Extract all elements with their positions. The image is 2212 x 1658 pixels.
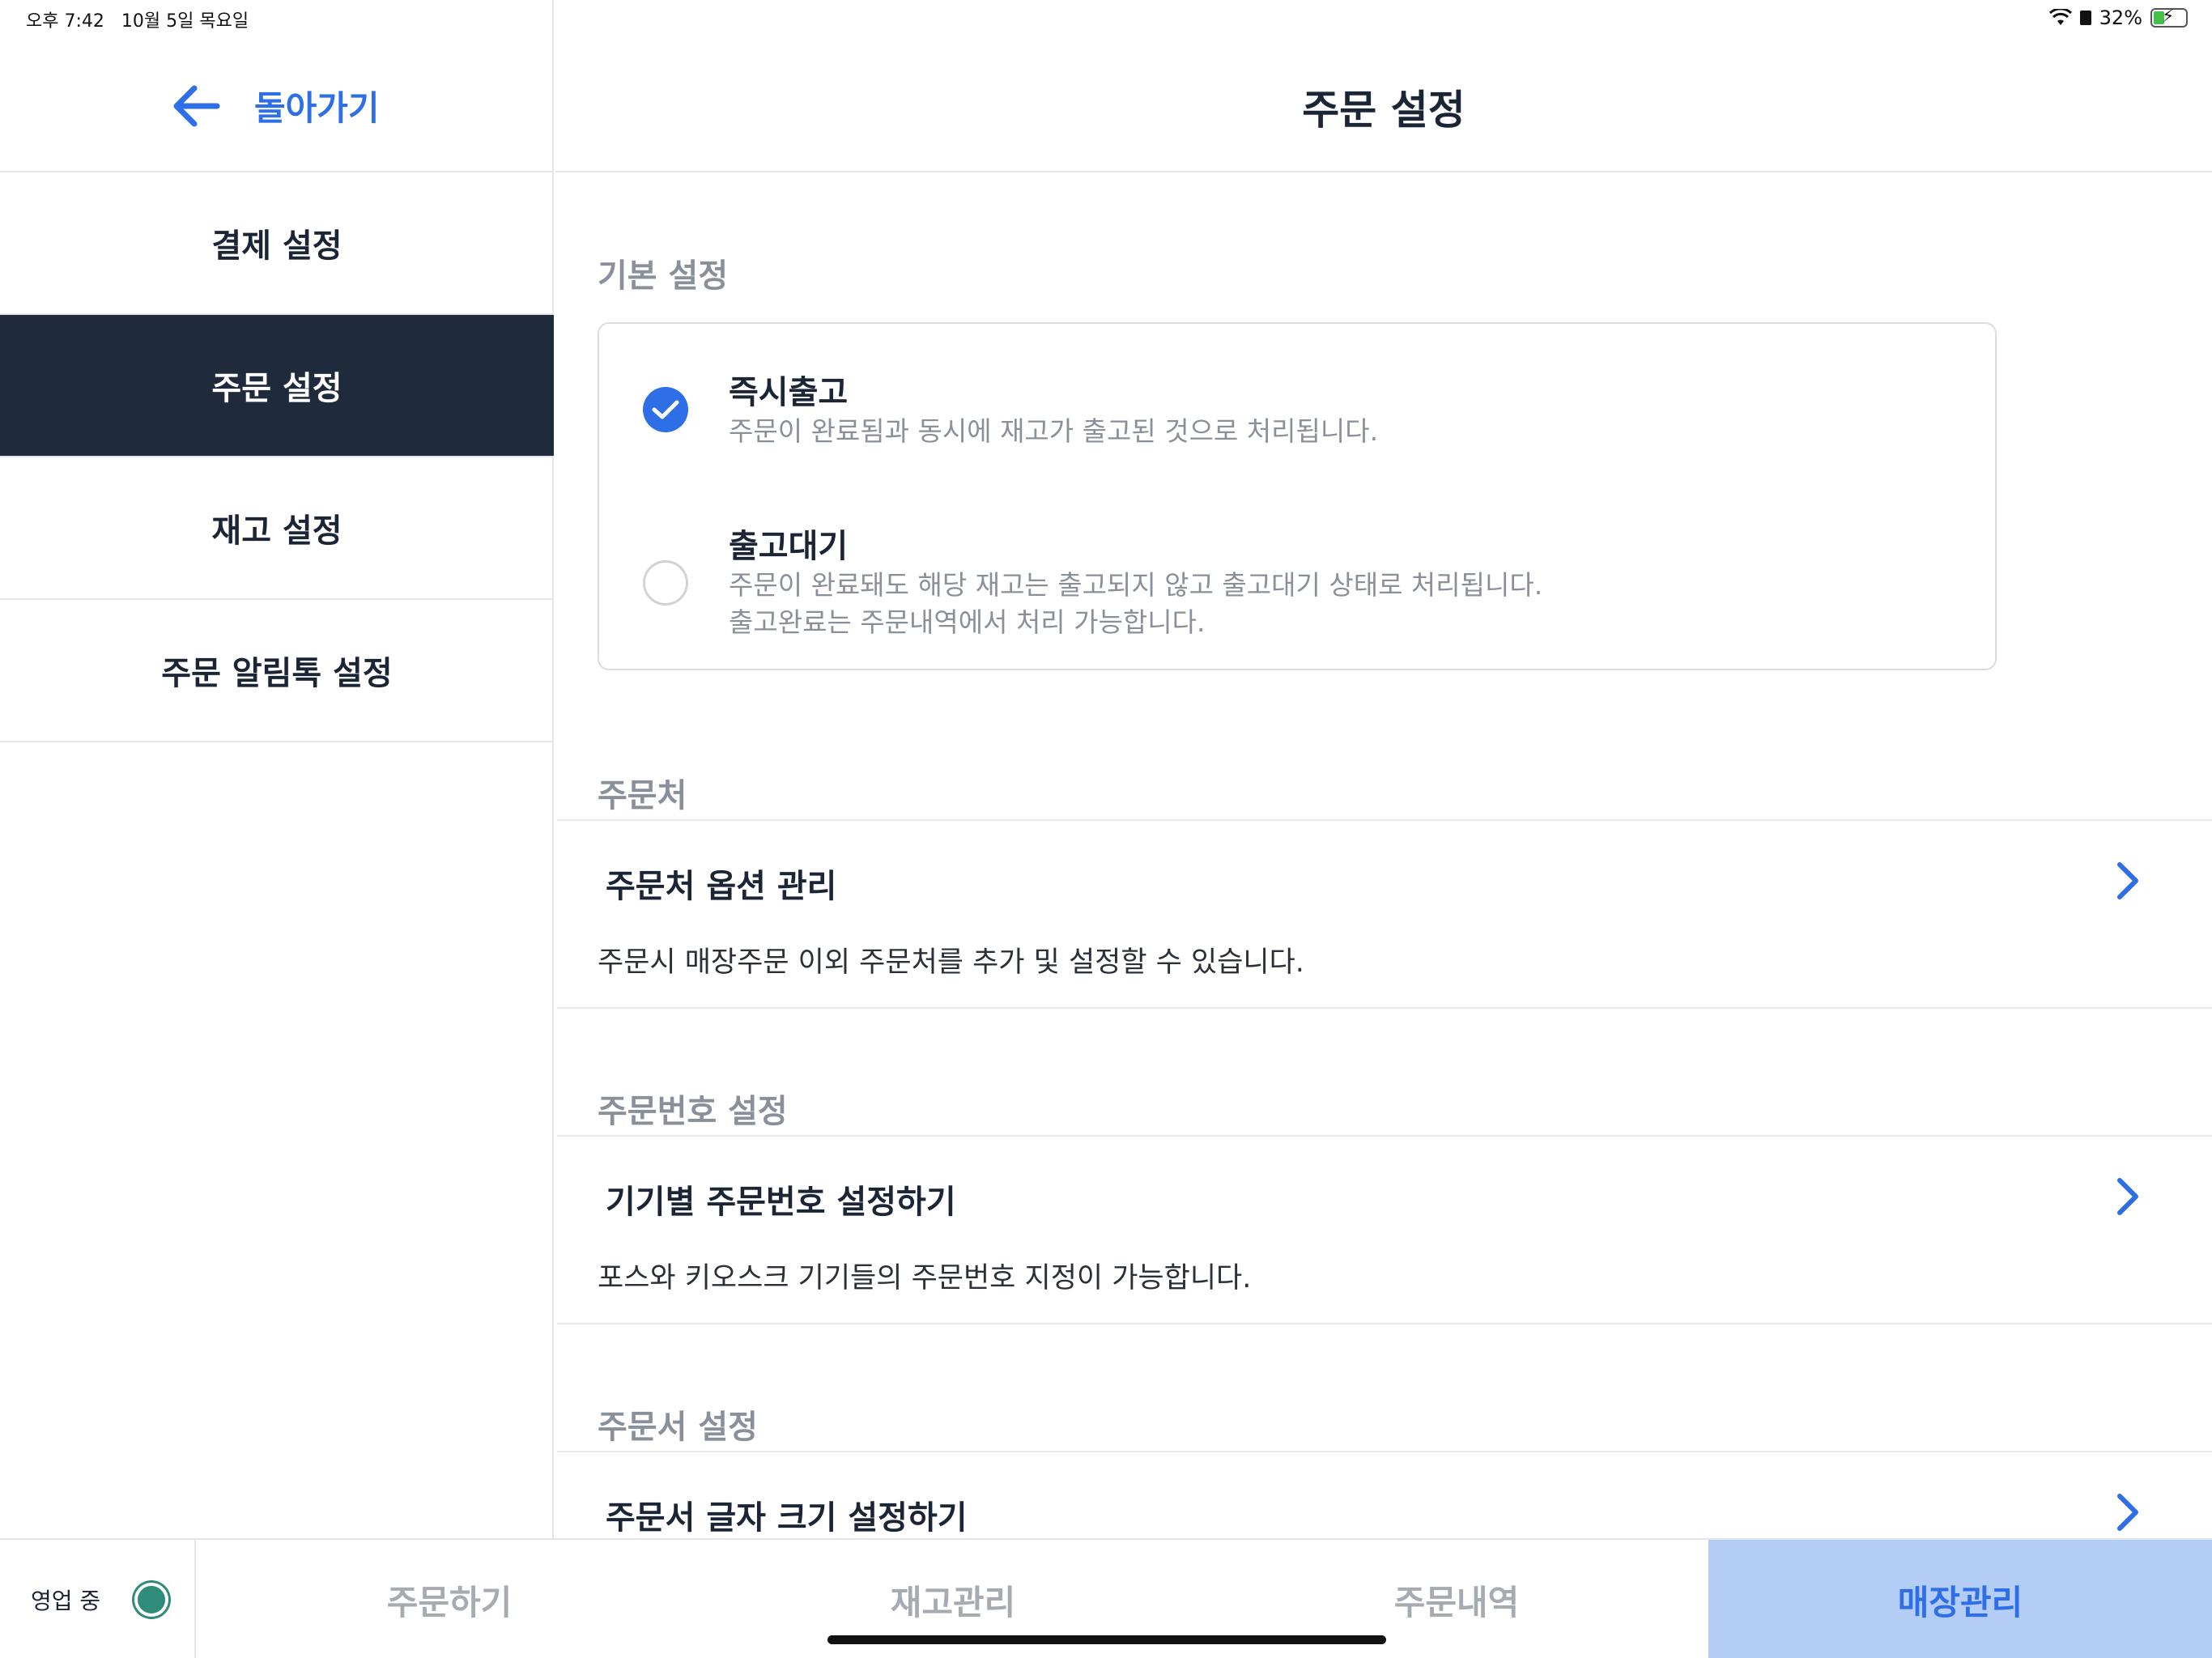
row-divider (557, 1007, 2212, 1009)
order-sheet-font-size-link[interactable]: 주문서 글자 크기 설정하기 (606, 1491, 968, 1538)
store-open-status[interactable]: 영업 중 (0, 1540, 196, 1658)
radio-immediate-release[interactable] (643, 387, 688, 432)
sidebar-item-payment-settings[interactable]: 결제 설정 (0, 172, 554, 315)
sidebar-item-label: 주문 알림톡 설정 (161, 655, 393, 692)
back-label: 돌아가기 (254, 88, 380, 128)
lock-icon (2079, 11, 2091, 25)
order-source-options-link[interactable]: 주문처 옵션 관리 (606, 860, 836, 907)
tab-label: 재고관리 (890, 1582, 1016, 1622)
option-title-immediate[interactable]: 즉시출고 (729, 366, 848, 413)
tab-label: 주문내역 (1393, 1582, 1520, 1622)
arrow-left-icon (173, 85, 220, 126)
header-divider (555, 171, 2212, 172)
sidebar-item-label: 재고 설정 (211, 512, 342, 550)
sidebar-item-order-settings[interactable]: 주문 설정 (0, 315, 554, 457)
release-options-card: 즉시출고 주문이 완료됨과 동시에 재고가 출고된 것으로 처리됩니다. 출고대… (598, 322, 1997, 670)
radio-release-pending[interactable] (643, 560, 688, 606)
order-source-desc: 주문시 매장주문 이외 주문처를 추가 및 설정할 수 있습니다. (598, 946, 1304, 979)
sidebar-item-label: 결제 설정 (211, 227, 342, 265)
home-indicator[interactable] (827, 1635, 1386, 1644)
tab-store-management[interactable]: 매장관리 (1708, 1540, 2212, 1658)
device-order-number-link[interactable]: 기기별 주문번호 설정하기 (606, 1175, 956, 1222)
chevron-right-icon[interactable] (2112, 860, 2144, 902)
tab-label: 주문하기 (386, 1582, 513, 1622)
open-status-label: 영업 중 (31, 1588, 101, 1614)
wifi-icon (2048, 9, 2072, 25)
checkmark-icon (652, 400, 679, 419)
open-status-indicator-icon (134, 1583, 169, 1617)
sidebar-item-inventory-settings[interactable]: 재고 설정 (0, 457, 554, 600)
row-divider (557, 1451, 2212, 1452)
section-label-order-source: 주문처 (598, 777, 687, 814)
section-label-order-number: 주문번호 설정 (598, 1093, 788, 1130)
tab-order[interactable]: 주문하기 (198, 1540, 701, 1658)
chevron-right-icon[interactable] (2112, 1491, 2144, 1533)
order-number-desc: 포스와 키오스크 기기들의 주문번호 지정이 가능합니다. (598, 1262, 1252, 1295)
sidebar-item-order-notification-settings[interactable]: 주문 알림톡 설정 (0, 600, 554, 742)
chevron-right-icon[interactable] (2112, 1175, 2144, 1218)
option-desc-immediate: 주문이 완료됨과 동시에 재고가 출고된 것으로 처리됩니다. (729, 415, 1379, 447)
battery-charging-icon: ⚡ (2150, 6, 2188, 28)
option-desc-pending-line2: 출고완료는 주문내역에서 처리 가능합니다. (729, 606, 1206, 638)
status-indicators: 32% ⚡ (2048, 6, 2188, 29)
row-divider (557, 819, 2212, 821)
section-label-basic: 기본 설정 (598, 257, 729, 295)
back-button[interactable]: 돌아가기 (170, 81, 380, 130)
tab-label: 매장관리 (1897, 1582, 2023, 1622)
row-divider (557, 1135, 2212, 1137)
battery-percent: 32% (2099, 6, 2142, 29)
section-label-order-sheet: 주문서 설정 (598, 1409, 758, 1446)
page-title: 주문 설정 (1302, 87, 1465, 134)
sidebar: 돌아가기 결제 설정 주문 설정 재고 설정 주문 알림톡 설정 (0, 0, 554, 1538)
row-divider (557, 1323, 2212, 1324)
option-title-pending[interactable]: 출고대기 (729, 520, 848, 567)
option-desc-pending-line1: 주문이 완료돼도 해당 재고는 출고되지 않고 출고대기 상태로 처리됩니다. (729, 569, 1543, 601)
sidebar-item-label: 주문 설정 (211, 370, 342, 407)
